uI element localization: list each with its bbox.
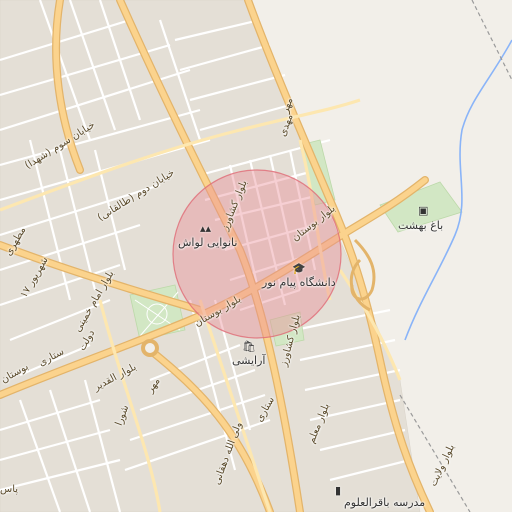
school-icon[interactable]: ▮ [335,484,341,497]
bakery-icon[interactable]: ▴▴ [200,222,211,235]
shopping-bag-icon[interactable]: 🛍 [242,340,256,353]
search-radius-circle[interactable] [172,169,342,339]
poi-beauty-label[interactable]: آرایشی [232,354,265,367]
poi-bakery-label[interactable]: نانوایی لواش [178,236,237,249]
roundabout [141,339,159,357]
road-label-pas: پاس [0,484,19,495]
map-canvas[interactable] [0,0,512,512]
poi-garden-label[interactable]: باغ بهشت [398,219,443,232]
map-view[interactable]: بلوار کشاورز بلوار کشاورز بلوار بوستان ب… [0,0,512,512]
graduation-cap-icon[interactable]: 🎓 [292,262,306,275]
poi-university-label[interactable]: دانشگاه پیام نور [262,276,336,289]
garden-icon[interactable]: ▣ [418,204,428,217]
poi-school-label[interactable]: مدرسه باقرالعلوم [344,496,425,509]
